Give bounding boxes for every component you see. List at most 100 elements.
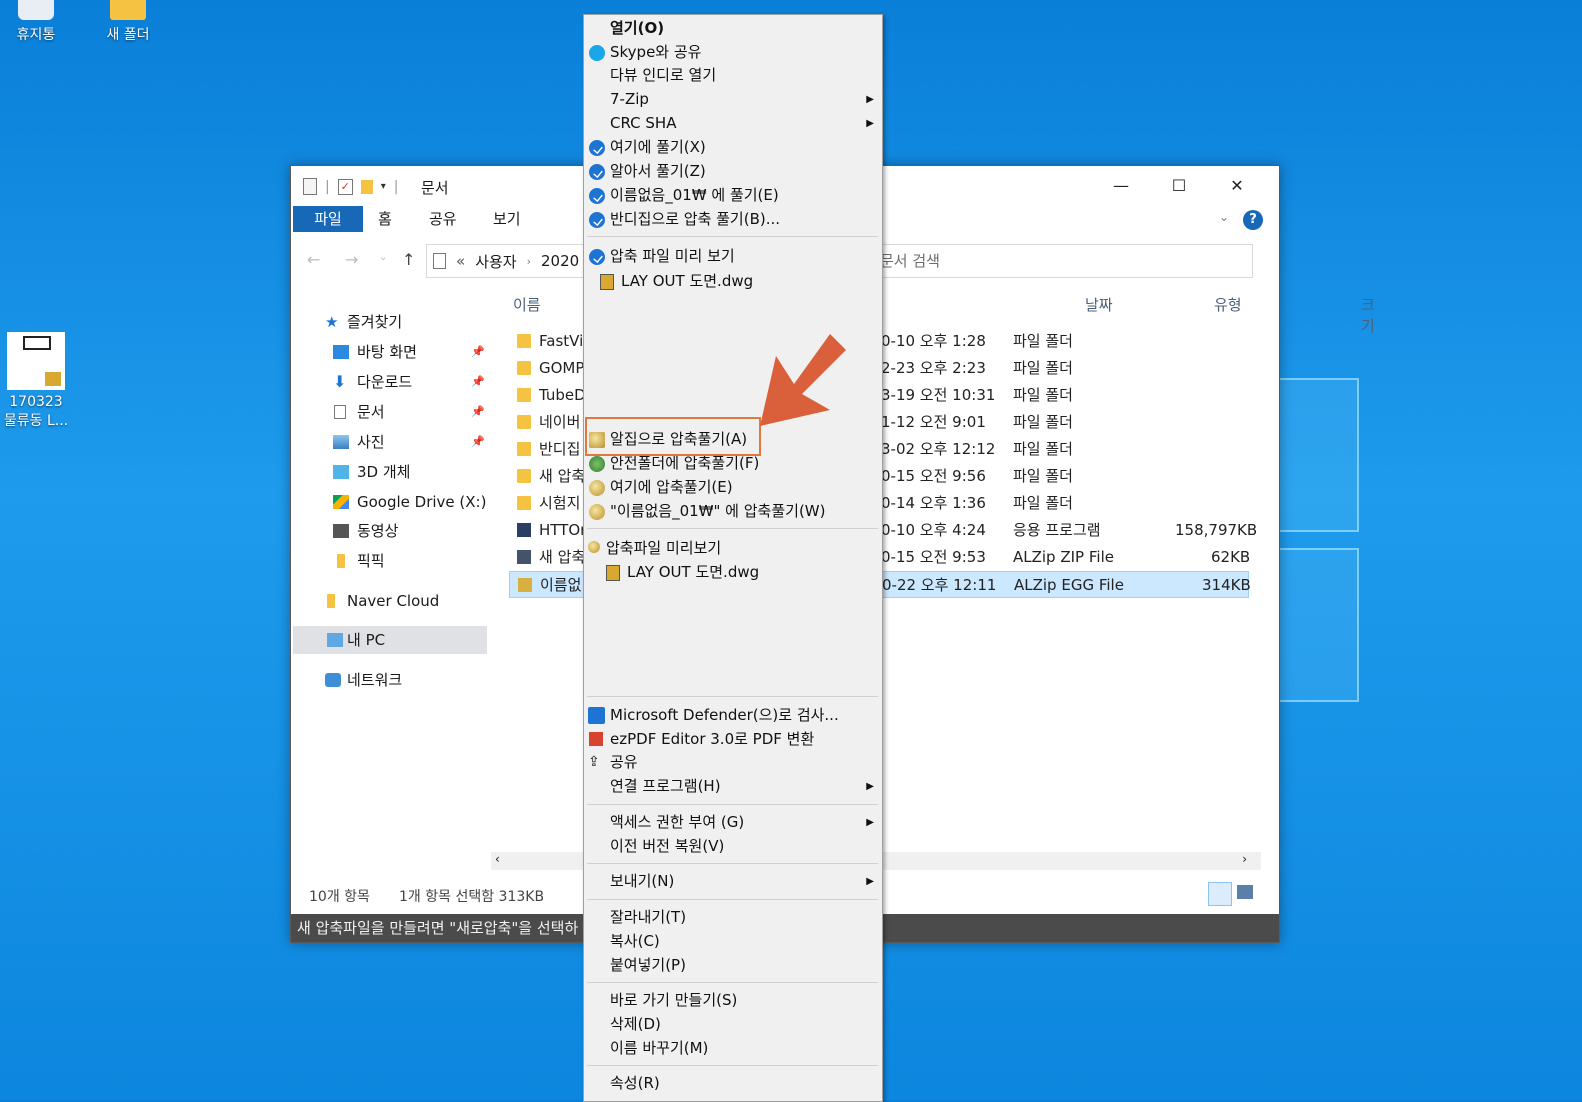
back-arrow-icon[interactable]: ← xyxy=(307,250,320,269)
menu-bandizip-extract-other[interactable]: 반디집으로 압축 풀기(B)... xyxy=(584,208,882,231)
menu-create-shortcut[interactable]: 바로 가기 만들기(S) xyxy=(584,989,882,1012)
menu-bandizip-preview[interactable]: 압축 파일 미리 보기 xyxy=(584,245,882,268)
menu-crc-sha[interactable]: CRC SHA ▶ xyxy=(584,112,882,135)
nav-pictures[interactable]: 사진 📌 xyxy=(293,428,487,456)
menu-rename[interactable]: 이름 바꾸기(M) xyxy=(584,1037,882,1060)
close-button[interactable]: ✕ xyxy=(1209,172,1265,200)
breadcrumb-users[interactable]: 사용자 xyxy=(475,251,516,272)
file-date: 0-10 오후 4:24 xyxy=(881,521,986,539)
menu-cut[interactable]: 잘라내기(T) xyxy=(584,906,882,929)
menu-copy[interactable]: 복사(C) xyxy=(584,930,882,953)
file-type: ALZip ZIP File xyxy=(1013,548,1114,566)
menu-alzip-preview[interactable]: 압축파일 미리보기 xyxy=(584,537,882,560)
nav-this-pc[interactable]: 내 PC xyxy=(293,626,487,654)
ribbon-expand-icon[interactable]: ⌄ xyxy=(1219,210,1229,224)
thumbnail-view-icon[interactable] xyxy=(1237,885,1253,899)
menu-open-with[interactable]: 연결 프로그램(H) ▶ xyxy=(584,775,882,798)
menu-restore-versions[interactable]: 이전 버전 복원(V) xyxy=(584,835,882,858)
column-header-date[interactable]: 날짜 xyxy=(1085,294,1113,315)
zip-file-icon xyxy=(517,550,531,564)
menu-7zip[interactable]: 7-Zip ▶ xyxy=(584,88,882,111)
menu-bandizip-smart-extract[interactable]: 알아서 풀기(Z) xyxy=(584,160,882,183)
nav-quick-access[interactable]: ★ 즐겨찾기 xyxy=(293,308,487,336)
menu-bandizip-extract-here[interactable]: 여기에 풀기(X) xyxy=(584,136,882,159)
menu-label: 반디집으로 압축 풀기(B)... xyxy=(610,210,781,228)
menu-alzip-extract-here[interactable]: 여기에 압축풀기(E) xyxy=(584,476,882,499)
menu-label: 복사(C) xyxy=(610,932,660,950)
menu-send-to[interactable]: 보내기(N) ▶ xyxy=(584,870,882,893)
address-bar[interactable]: « 사용자 › 2020 xyxy=(426,244,586,278)
column-header-size[interactable]: 크기 xyxy=(1361,294,1375,336)
desktop-icon-label-1: 170323 xyxy=(9,394,63,410)
desktop-icon-label: 새 폴더 xyxy=(106,27,150,43)
nav-network[interactable]: 네트워크 xyxy=(293,666,487,694)
nav-videos[interactable]: 동영상 xyxy=(293,517,487,545)
pin-icon[interactable]: 📌 xyxy=(471,338,485,366)
submenu-arrow-icon: ▶ xyxy=(866,817,874,828)
menu-alzip-preview-file[interactable]: LAY OUT 도면.dwg xyxy=(584,561,882,584)
nav-google-drive[interactable]: Google Drive (X:) xyxy=(293,488,487,516)
item-count: 10개 항목 xyxy=(309,889,370,905)
help-icon[interactable]: ? xyxy=(1243,210,1263,230)
pin-icon[interactable]: 📌 xyxy=(471,398,485,426)
recent-dropdown-icon[interactable]: ⌄ xyxy=(379,252,387,263)
column-header-type[interactable]: 유형 xyxy=(1214,294,1242,315)
menu-properties[interactable]: 속성(R) xyxy=(584,1072,882,1095)
desktop-icon xyxy=(333,345,349,359)
desktop-icon-new-folder[interactable]: 새 폴더 xyxy=(88,0,168,44)
nav-label: 즐겨찾기 xyxy=(347,313,403,331)
menu-give-access[interactable]: 액세스 권한 부여 (G) ▶ xyxy=(584,811,882,834)
scroll-left-icon[interactable]: ‹ xyxy=(495,852,500,866)
menu-separator xyxy=(587,804,878,805)
tab-view[interactable]: 보기 xyxy=(493,206,521,232)
pin-icon[interactable]: 📌 xyxy=(471,368,485,396)
file-type: 파일 폴더 xyxy=(1013,494,1073,512)
minimize-button[interactable]: — xyxy=(1093,172,1149,200)
scroll-right-icon[interactable]: › xyxy=(1242,852,1247,866)
breadcrumb-2020[interactable]: 2020 xyxy=(541,252,579,270)
menu-share[interactable]: ⇪ 공유 xyxy=(584,751,882,774)
tab-file[interactable]: 파일 xyxy=(293,206,363,232)
menu-multi-window[interactable]: 다뷰 인디로 열기 xyxy=(584,64,882,87)
details-view-icon[interactable] xyxy=(1208,882,1232,906)
menu-open[interactable]: 열기(O) xyxy=(584,17,882,40)
chevron-down-icon[interactable]: ▾ xyxy=(381,181,386,192)
desktop-icon-dwg-file[interactable]: 170323 물류동 L... xyxy=(0,332,76,430)
desktop-icon-recycle-bin[interactable]: 휴지통 xyxy=(0,0,76,44)
column-header-name[interactable]: 이름 xyxy=(513,294,541,315)
menu-skype-share[interactable]: Skype와 공유 xyxy=(584,41,882,64)
address-overflow[interactable]: « xyxy=(456,252,465,270)
tab-share[interactable]: 공유 xyxy=(429,206,457,232)
file-type: 응용 프로그램 xyxy=(1013,521,1101,539)
up-arrow-icon[interactable]: ↑ xyxy=(402,250,415,269)
menu-defender-scan[interactable]: Microsoft Defender(으)로 검사... xyxy=(584,704,882,727)
menu-delete[interactable]: 삭제(D) xyxy=(584,1013,882,1036)
maximize-button[interactable]: ☐ xyxy=(1151,172,1207,200)
menu-alzip-extract-folder[interactable]: "이름없음_01₩" 에 압축풀기(W) xyxy=(584,500,882,523)
menu-bandizip-preview-file[interactable]: LAY OUT 도면.dwg xyxy=(584,270,882,293)
menu-label: 액세스 권한 부여 (G) xyxy=(610,813,745,831)
document-icon xyxy=(433,253,446,269)
menu-label: 이름 바꾸기(M) xyxy=(610,1039,709,1057)
nav-documents[interactable]: 문서 📌 xyxy=(293,398,487,426)
menu-paste[interactable]: 붙여넣기(P) xyxy=(584,954,882,977)
tab-home[interactable]: 홈 xyxy=(378,206,392,232)
pin-icon[interactable]: 📌 xyxy=(471,428,485,456)
properties-icon[interactable] xyxy=(303,178,317,195)
nav-3d-objects[interactable]: 3D 개체 xyxy=(293,458,487,486)
search-input[interactable]: 문서 검색 xyxy=(871,244,1253,278)
nav-downloads[interactable]: ⬇ 다운로드 📌 xyxy=(293,368,487,396)
star-icon: ★ xyxy=(325,313,339,331)
menu-ezpdf-convert[interactable]: ezPDF Editor 3.0로 PDF 변환 xyxy=(584,728,882,751)
file-date: 0-10 오후 1:28 xyxy=(881,332,986,350)
menu-bandizip-extract-folder[interactable]: 이름없음_01₩ 에 풀기(E) xyxy=(584,184,882,207)
pointer-arrow-icon xyxy=(760,334,846,426)
nav-desktop[interactable]: 바탕 화면 📌 xyxy=(293,338,487,366)
nav-naver-cloud[interactable]: Naver Cloud xyxy=(293,587,487,615)
dwg-file-icon xyxy=(606,565,620,581)
checkbox-icon[interactable]: ✓ xyxy=(337,178,353,195)
nav-picpick[interactable]: 픽픽 xyxy=(293,547,487,575)
forward-arrow-icon[interactable]: → xyxy=(345,250,358,269)
selection-info: 1개 항목 선택함 313KB xyxy=(399,889,545,905)
new-folder-icon[interactable] xyxy=(360,179,373,194)
